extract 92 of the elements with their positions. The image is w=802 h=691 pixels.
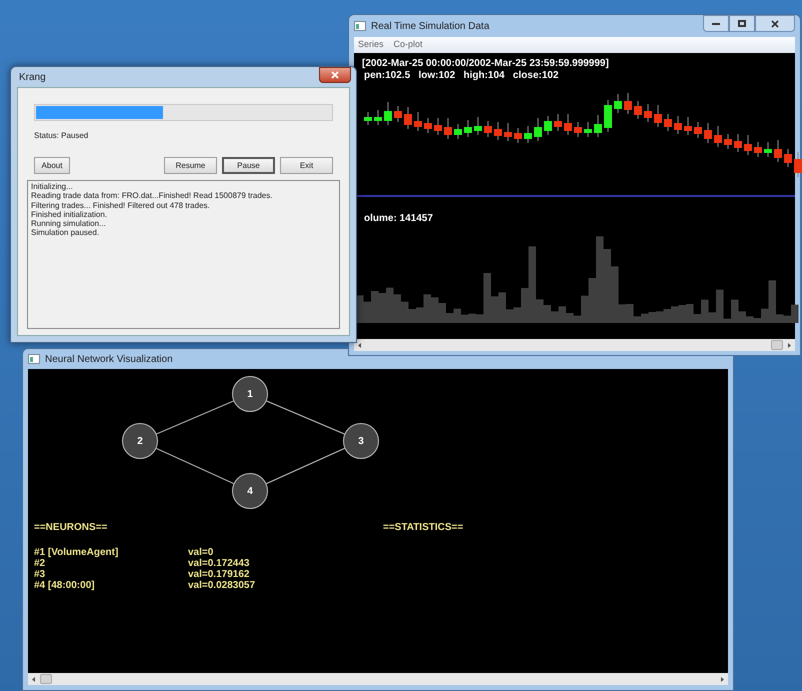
volume-label: olume: 141457 [364, 212, 433, 226]
log-line: Reading trade data from: FRO.dat...Finished! Read 1500879 trades. [31, 191, 274, 201]
candlestick [374, 110, 382, 126]
neuron-name: #3 [34, 569, 46, 580]
ohlc-label: pen:102.5 low:102 high:104 close:102 [364, 69, 559, 83]
candlestick [694, 122, 702, 138]
window-app-icon [28, 354, 40, 364]
close-button[interactable] [755, 15, 795, 32]
candlestick [534, 118, 542, 142]
candlestick [614, 94, 622, 114]
close-icon [331, 71, 339, 79]
candlestick [394, 106, 402, 122]
candlestick [574, 122, 582, 138]
candlestick [634, 100, 642, 120]
candlestick [764, 142, 772, 158]
network-node: 3 [343, 423, 379, 459]
candlestick [774, 140, 782, 162]
candlestick [504, 122, 512, 142]
candlestick [784, 148, 792, 168]
status-text: Status: Paused [34, 130, 90, 142]
scroll-left-icon[interactable] [30, 676, 37, 682]
menu-item[interactable]: Series [358, 38, 384, 52]
dialog-button[interactable]: Pause [222, 157, 275, 174]
scrollbar-thumb[interactable] [771, 340, 783, 350]
candlestick [674, 116, 682, 134]
log-line: Finished initialization. [31, 210, 108, 220]
dialog-button[interactable]: Resume [164, 157, 217, 174]
candlestick [474, 116, 482, 136]
network-node: 1 [232, 376, 268, 412]
candlestick [704, 122, 712, 144]
candlestick [364, 112, 372, 126]
candlestick [434, 118, 442, 136]
scrollbar-thumb[interactable] [40, 674, 52, 684]
close-icon [771, 20, 779, 28]
section-heading: ==STATISTICS== [383, 521, 464, 535]
candlestick [544, 116, 552, 136]
candlestick [624, 93, 632, 114]
candlestick [754, 142, 762, 158]
candlestick [484, 120, 492, 138]
neuron-name: #2 [34, 558, 46, 569]
candlestick [424, 118, 432, 134]
candlestick [524, 126, 532, 144]
candlestick [404, 106, 412, 130]
neuron-name: #4 [48:00:00] [34, 580, 96, 591]
candlestick [494, 122, 502, 140]
candlestick [684, 116, 692, 136]
candlestick [734, 134, 742, 152]
neuron-value: val=0 [188, 547, 214, 558]
horizontal-scrollbar[interactable] [28, 673, 728, 685]
candlestick [654, 104, 662, 128]
neuron-name: #1 [VolumeAgent] [34, 547, 120, 558]
log-line: Running simulation... [31, 219, 107, 228]
candlestick [604, 100, 612, 132]
section-heading: ==NEURONS== [34, 521, 108, 535]
log-line: Initializing... [31, 182, 74, 192]
horizontal-scrollbar[interactable] [354, 339, 795, 351]
dialog-button[interactable]: About [34, 157, 70, 174]
candlestick [514, 128, 522, 144]
candlestick [414, 112, 422, 132]
network-node: 2 [122, 423, 158, 459]
maximize-button[interactable] [729, 15, 755, 32]
candlestick [554, 114, 562, 132]
minimize-button[interactable] [703, 15, 729, 32]
candlestick [794, 152, 802, 178]
log-line: Simulation paused. [31, 228, 100, 238]
candlestick [664, 114, 672, 132]
dialog-button[interactable]: Exit [280, 157, 333, 174]
date-range-label: [2002-Mar-25 00:00:00/2002-Mar-25 23:59:59.999999] [362, 57, 609, 70]
candlestick [584, 122, 592, 138]
candlestick [724, 134, 732, 150]
window-title: Neural Network Visualization [45, 352, 173, 366]
neuron-value: val=0.0283057 [188, 580, 256, 591]
candlestick [454, 124, 462, 140]
candlestick [464, 120, 472, 138]
candlestick [714, 126, 722, 148]
close-button[interactable] [319, 67, 351, 83]
candlestick [444, 118, 452, 140]
window-title: Real Time Simulation Data [371, 20, 490, 34]
candlestick [744, 134, 752, 156]
log-line: Filtering trades... Finished! Filtered out 478 trades. [31, 200, 211, 210]
candlestick [644, 104, 652, 122]
window-title: Krang [18, 70, 46, 84]
scroll-right-icon[interactable] [786, 342, 793, 348]
menu-item[interactable]: Co-plot [394, 38, 423, 52]
candlestick [384, 102, 392, 126]
candlestick [594, 114, 602, 138]
candlestick [564, 114, 572, 136]
neuron-value: val=0.172443 [188, 558, 250, 569]
neuron-value: val=0.179162 [188, 569, 250, 580]
scroll-right-icon[interactable] [719, 676, 726, 682]
network-node: 4 [232, 473, 268, 509]
window-app-icon [354, 21, 366, 31]
